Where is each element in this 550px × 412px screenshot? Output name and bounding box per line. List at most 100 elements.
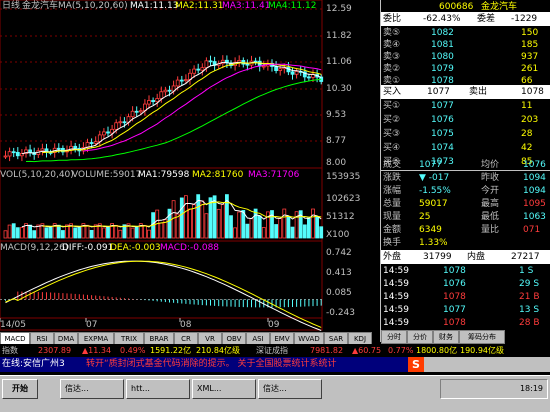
volume-bar xyxy=(233,227,238,239)
volume-bar xyxy=(106,226,110,239)
candle xyxy=(208,60,213,63)
taskbar-item-3[interactable]: XML... xyxy=(192,379,256,399)
trade-tick-row: 14:59 1078 21 B xyxy=(383,292,540,302)
volume-bar xyxy=(245,223,250,239)
vol-ma1: MA1:79598 xyxy=(138,170,190,180)
tray-toolbar xyxy=(424,357,550,372)
date-tick: 08 xyxy=(180,320,192,330)
vol-ma3: MA3:71706 xyxy=(248,170,300,180)
volume-bar xyxy=(306,217,311,239)
app-logo-icon: S xyxy=(408,357,424,372)
candle xyxy=(163,89,168,93)
taskbar-item-1[interactable]: 信达... xyxy=(60,379,124,399)
price-tick: 12.59 xyxy=(326,4,352,14)
candle xyxy=(138,110,143,113)
volume-bar xyxy=(48,227,53,239)
volume-bar xyxy=(286,215,291,239)
volume-bar xyxy=(56,224,61,239)
volume-bar xyxy=(44,227,49,239)
price-tick: 10.30 xyxy=(326,84,352,94)
ticker-text[interactable]: 转开“质封闭式基金代码消除的提示。 关于全国股票统计系统计 xyxy=(86,359,337,370)
panel-tab[interactable]: 财务 xyxy=(433,330,459,344)
volume-tick: 51312 xyxy=(326,212,355,222)
ma20-line xyxy=(83,63,322,152)
volume-bar xyxy=(274,224,279,239)
candle xyxy=(93,141,98,144)
stock-app-window: 日线 金龙汽车 MA(5,10,20,60) MA1:11.13 MA2:11.… xyxy=(0,0,550,412)
volume-bar xyxy=(85,224,90,239)
panel-tab[interactable]: 分时 xyxy=(381,330,407,344)
volume-bar xyxy=(319,226,324,239)
volume-bar xyxy=(77,226,82,239)
candle xyxy=(159,91,164,99)
price-tick: 8.00 xyxy=(326,158,347,168)
volume-bar xyxy=(257,215,262,239)
chart-frame xyxy=(0,0,323,331)
clock: 18:19 xyxy=(519,384,543,393)
start-button[interactable]: 开始 xyxy=(2,379,38,399)
trade-tick-row: 14:59 1076 29 S xyxy=(383,279,540,289)
panel-tab[interactable]: 分价 xyxy=(407,330,433,344)
volume-bar xyxy=(130,227,135,239)
candle xyxy=(118,121,123,124)
volume-bar xyxy=(11,223,16,239)
volume-bar xyxy=(302,224,307,239)
candle xyxy=(122,121,127,124)
stats-row: 现量 25 最低 1063 xyxy=(383,212,546,222)
volume-bar xyxy=(208,197,213,239)
price-tick: 11.82 xyxy=(326,31,352,41)
volume-bar xyxy=(32,230,37,239)
volume-bar xyxy=(183,195,188,239)
panel-tab[interactable]: 筹码分布 xyxy=(459,330,505,344)
stats-row: 成交 1077 均价 1076 xyxy=(383,160,546,170)
ma3-value: MA3:11.41 xyxy=(222,1,271,11)
volume-bar xyxy=(192,204,197,239)
vol-value: VOLUME:59017 xyxy=(72,170,142,180)
trade-tick-row: 14:59 1078 1 S xyxy=(383,266,534,276)
candle xyxy=(15,151,20,157)
candle xyxy=(40,148,45,152)
stats-row: 金额 6349 量比 071 xyxy=(383,225,541,235)
candle xyxy=(114,122,119,130)
best-bid-ask-row: 买入 1077 卖出 1078 xyxy=(381,85,550,99)
volume-bar xyxy=(229,215,233,239)
macd-diff: DIFF:-0.091 xyxy=(62,243,114,253)
price-tick: 11.06 xyxy=(326,57,352,67)
candle xyxy=(11,151,16,154)
volume-bar xyxy=(142,225,147,239)
taskbar-item-2[interactable]: htt... xyxy=(126,379,190,399)
bid-row: 买③ 1075 28 xyxy=(383,129,533,139)
candle xyxy=(204,60,209,69)
volume-bar xyxy=(28,224,33,239)
volume-bar xyxy=(216,208,221,239)
macd-params: MACD(9,12,26) xyxy=(0,243,69,253)
server-status: 在线:安信广州3 xyxy=(2,359,65,370)
volume-bar xyxy=(19,227,24,239)
candle xyxy=(130,110,135,118)
volume-bar xyxy=(134,226,139,239)
date-tick: 07 xyxy=(86,320,98,330)
macd-value: MACD:-0.088 xyxy=(160,243,220,253)
weibi-row: 委比 -62.43% 委差 -1229 xyxy=(381,12,550,26)
news-ticker[interactable]: 在线:安信广州3 转开“质封闭式基金代码消除的提示。 关于全国股票统计系统计 xyxy=(0,357,420,372)
candle xyxy=(167,89,172,92)
candle xyxy=(73,145,78,149)
volume-bar xyxy=(290,226,295,239)
inner-outer-row: 外盘 31799 内盘 27217 xyxy=(381,250,550,264)
volume-bar xyxy=(241,210,246,239)
candle xyxy=(89,142,94,144)
volume-bar xyxy=(118,229,123,239)
volume-bar xyxy=(102,227,106,239)
macd-tick: 0.413 xyxy=(326,268,352,278)
volume-bar xyxy=(7,224,12,239)
candle xyxy=(290,71,295,75)
quote-panel: 600686 金龙汽车 委比 -62.43% 委差 -1229 卖⑤ 1082 15… xyxy=(380,0,550,344)
taskbar-item-4[interactable]: 信达... xyxy=(258,379,322,399)
macd-tick: -0.243 xyxy=(326,308,356,318)
volume-bar xyxy=(282,208,287,239)
ma4-value: MA4:11.12 xyxy=(268,1,317,11)
candle xyxy=(278,68,283,71)
candle xyxy=(155,98,160,103)
volume-bar xyxy=(114,224,119,239)
ma1-value: MA1:11.13 xyxy=(130,1,179,11)
